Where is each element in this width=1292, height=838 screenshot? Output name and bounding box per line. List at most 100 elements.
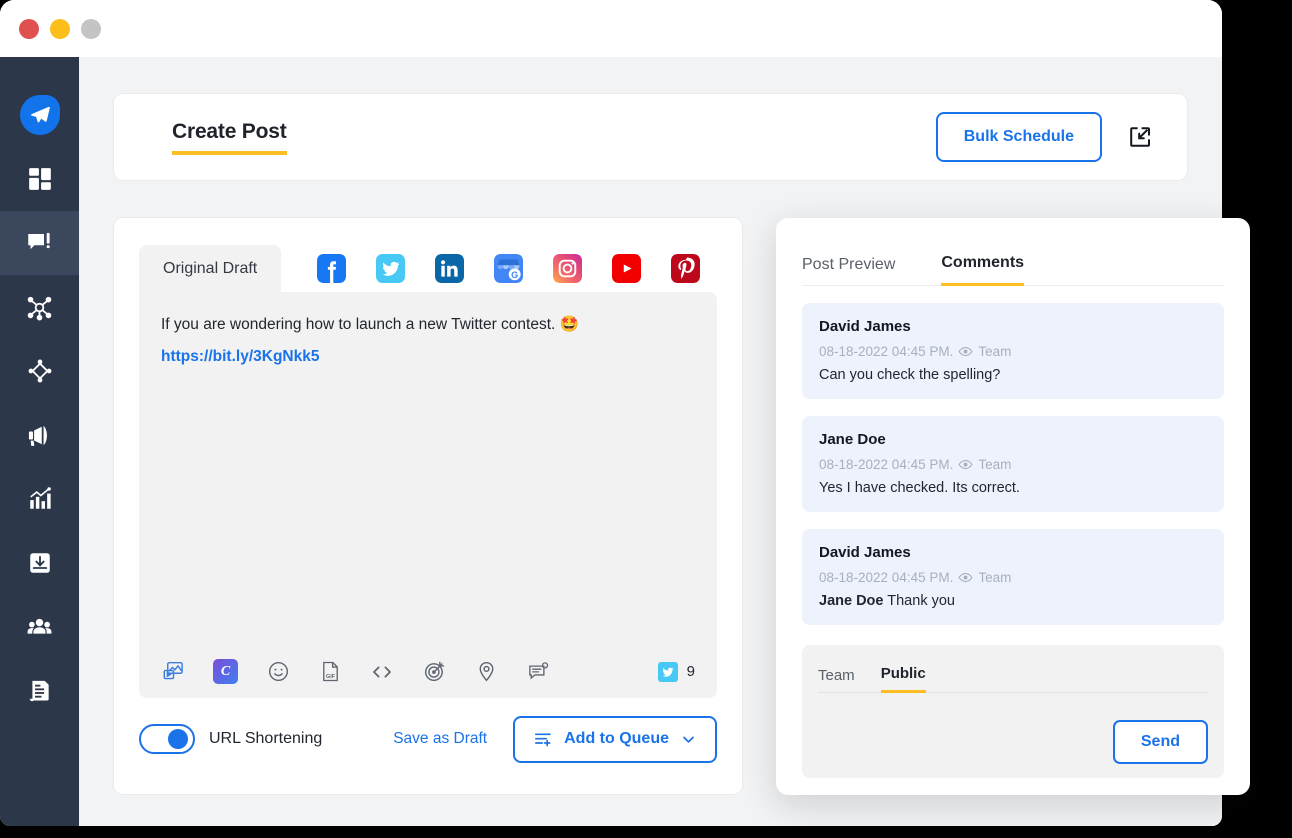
comment-timestamp: 08-18-2022 04:45 PM. [819,457,954,472]
window-titlebar [0,0,1222,57]
add-to-queue-label: Add to Queue [564,730,669,747]
tab-original-draft[interactable]: Original Draft [139,245,282,292]
post-editor-body[interactable]: If you are wondering how to launch a new… [139,292,717,698]
comment-author: David James [819,318,911,335]
character-count-value: 9 [686,663,695,680]
code-icon[interactable] [370,660,394,684]
svg-text:GIF: GIF [326,674,336,680]
sidebar-item-discovery[interactable] [0,339,79,403]
target-icon[interactable] [422,660,446,684]
bar-chart-icon [29,487,51,509]
comment-mention: Jane Doe [819,593,884,609]
comment-text: Can you check the spelling? [819,367,1001,383]
sidebar-item-dashboard[interactable] [0,147,79,211]
left-sidebar [0,57,79,826]
minimize-window-button[interactable] [50,18,70,39]
svg-text:G: G [511,270,518,280]
tab-comments[interactable]: Comments [941,254,1025,286]
page-title: Create Post [172,120,287,155]
sidebar-item-inbox[interactable] [0,531,79,595]
document-report-icon [29,680,49,702]
gif-icon[interactable]: GIF [318,660,342,684]
compose-message-icon [28,232,50,249]
sidebar-item-publish[interactable] [0,211,79,275]
tab-twitter[interactable] [376,254,406,283]
tab-public[interactable]: Public [880,665,926,693]
comment-item[interactable]: David James 08-18-2022 04:45 PM. Team Ja… [802,529,1224,625]
maximize-window-button[interactable] [81,18,101,39]
network-nodes-icon [27,296,52,320]
comments-panel-tabs: Post Preview Comments [802,240,1224,286]
url-shortening-toggle[interactable] [139,724,195,754]
post-composer-card: Original Draft G If you are wondering ho… [113,217,743,795]
comment-timestamp: 08-18-2022 04:45 PM. [819,344,954,359]
close-window-button[interactable] [19,18,39,39]
screenshot-stage: Create Post Bulk Schedule Original Draft… [0,0,1292,838]
note-icon[interactable] [526,660,550,684]
eye-icon [958,570,973,585]
tab-post-preview[interactable]: Post Preview [802,256,895,285]
toggle-knob [168,729,188,749]
media-icon[interactable] [161,660,185,684]
paper-plane-icon [19,95,60,135]
tab-pinterest[interactable] [671,254,701,283]
emoji-icon[interactable] [266,660,290,684]
people-icon [27,618,52,634]
composer-footer: URL Shortening Save as Draft Add to Queu… [139,698,717,774]
bulk-schedule-button[interactable]: Bulk Schedule [935,112,1102,162]
comment-text: Yes I have checked. Its correct. [819,480,1020,496]
post-text: If you are wondering how to launch a new… [161,316,579,333]
sidebar-item-team[interactable] [0,595,79,659]
expand-collapse-icon[interactable] [1126,123,1154,151]
queue-list-icon [535,733,551,747]
sidebar-item-campaigns[interactable] [0,403,79,467]
tab-instagram[interactable] [553,254,583,283]
url-shortening-label: URL Shortening [209,730,323,747]
eye-icon [958,457,973,472]
comment-visibility: Team [978,570,1012,585]
comment-author: Jane Doe [819,431,886,448]
tab-google-business[interactable]: G [494,254,524,283]
tab-youtube[interactable] [612,254,642,283]
sidebar-item-reports[interactable] [0,659,79,723]
comment-text-with-mention: Jane Doe Thank you [819,593,1207,609]
eye-icon [958,344,973,359]
post-link[interactable]: https://bit.ly/3KgNkk5 [161,348,695,366]
editor-toolbar: C GIF 9 [161,659,695,684]
sidebar-item-analytics[interactable] [0,467,79,531]
comment-reply-box: Team Public Send [802,645,1224,778]
social-network-tabs: G [281,254,701,292]
location-icon[interactable] [474,660,498,684]
comments-panel: Post Preview Comments David James 08-18-… [776,218,1250,795]
tab-team[interactable]: Team [818,667,855,692]
tab-linkedin[interactable] [435,254,465,283]
diamond-nodes-icon [28,359,51,383]
download-tray-icon [29,553,50,573]
comment-meta: 08-18-2022 04:45 PM. Team [819,344,1207,359]
composer-tabs-row: Original Draft G [139,240,717,292]
comment-text: Thank you [887,593,955,609]
comment-item[interactable]: David James 08-18-2022 04:45 PM. Team Ca… [802,303,1224,399]
add-to-queue-button[interactable]: Add to Queue [513,715,717,763]
tab-facebook[interactable] [317,254,347,283]
grid-icon [28,168,51,190]
send-comment-button[interactable]: Send [1112,720,1208,764]
comment-timestamp: 08-18-2022 04:45 PM. [819,570,954,585]
comment-meta: 08-18-2022 04:45 PM. Team [819,570,1207,585]
header-actions: Bulk Schedule [935,112,1154,162]
comment-meta: 08-18-2022 04:45 PM. Team [819,457,1207,472]
save-as-draft-button[interactable]: Save as Draft [393,730,487,748]
chevron-down-icon [683,736,694,743]
comment-item[interactable]: Jane Doe 08-18-2022 04:45 PM. Team Yes I… [802,416,1224,512]
page-header-card: Create Post Bulk Schedule [113,93,1188,181]
twitter-icon [657,661,678,682]
comment-author: David James [819,544,911,561]
character-counter: 9 [657,661,695,682]
sidebar-item-engage[interactable] [0,275,79,339]
comment-visibility: Team [978,344,1012,359]
canva-icon[interactable]: C [213,659,238,684]
megaphone-icon [28,425,47,446]
reply-visibility-tabs: Team Public [818,659,1208,693]
sidebar-item-logo[interactable] [0,83,79,147]
comment-visibility: Team [978,457,1012,472]
